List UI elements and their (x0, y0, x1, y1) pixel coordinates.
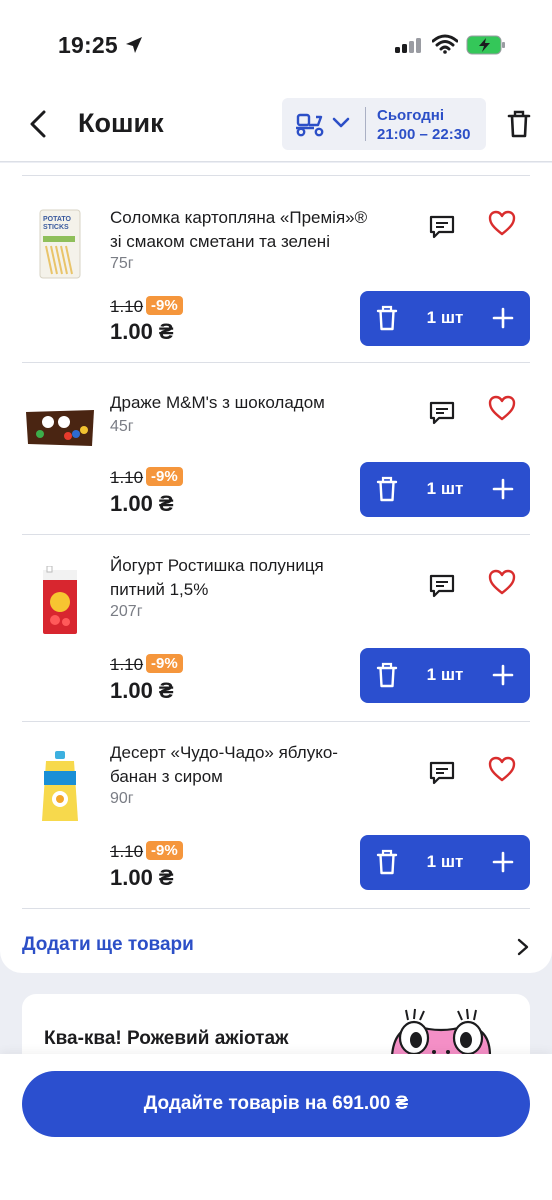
status-bar: 19:25 (0, 0, 552, 90)
wifi-icon (432, 34, 458, 54)
svg-text:POTATO: POTATO (43, 216, 72, 223)
trash-icon[interactable] (376, 849, 398, 875)
product-name[interactable]: Десерт «Чудо-Чадо» яблуко- банан з сиром (110, 741, 400, 789)
product-name[interactable]: Соломка картопляна «Премія»® зі смаком с… (110, 206, 400, 254)
product-name-line1: Десерт «Чудо-Чадо» яблуко- (110, 743, 338, 762)
page-title: Кошик (78, 108, 164, 138)
delivery-divider (365, 107, 366, 141)
quantity-stepper: 1 шт (360, 462, 530, 517)
old-price: 1.10 (110, 297, 144, 316)
product-image-potato-sticks[interactable]: POTATO STICKS (38, 208, 82, 280)
checkout-button[interactable]: Додайте товарів на 691.00 ₴ (22, 1071, 530, 1137)
trash-icon[interactable] (376, 305, 398, 331)
discount-badge: -9% (146, 296, 183, 315)
add-more-items-link[interactable]: Додати ще товари (0, 908, 552, 964)
heart-icon[interactable] (488, 395, 516, 421)
add-more-items-label: Додати ще товари (22, 934, 194, 955)
signal-icon (395, 38, 421, 53)
divider (22, 175, 530, 176)
status-time: 19:25 (58, 32, 118, 58)
product-name-line2: банан з сиром (110, 767, 223, 786)
product-name-line1: Драже M&M's з шоколадом (110, 393, 325, 412)
product-image-yogurt[interactable] (41, 566, 79, 636)
product-name-line2: зі смаком сметани та зелені (110, 232, 330, 251)
comment-icon[interactable] (428, 214, 456, 240)
discount-badge: -9% (146, 654, 183, 673)
delivery-time-text: Сьогодні 21:00 – 22:30 (377, 106, 470, 144)
svg-text:STICKS: STICKS (43, 224, 69, 231)
plus-icon[interactable] (492, 851, 514, 873)
discount-badge: -9% (146, 841, 183, 860)
delivery-slot-selector[interactable]: Сьогодні 21:00 – 22:30 (282, 98, 486, 150)
trash-icon[interactable] (376, 662, 398, 688)
trash-icon[interactable] (376, 476, 398, 502)
product-image-dessert-pouch[interactable] (40, 751, 80, 823)
delivery-time: 21:00 – 22:30 (377, 126, 471, 143)
cart-list: POTATO STICKS Соломка картопляна «Премія… (0, 163, 552, 973)
product-weight: 75г (110, 255, 134, 272)
comment-icon[interactable] (428, 760, 456, 786)
cart-item: Драже M&M's з шоколадом 45г 1.10 -9% 1.0… (0, 362, 552, 535)
price: 1.00 ₴ (110, 865, 174, 890)
product-weight: 207г (110, 603, 143, 620)
plus-icon[interactable] (492, 478, 514, 500)
back-chevron-icon[interactable] (24, 108, 54, 140)
plus-icon[interactable] (492, 307, 514, 329)
quantity-stepper: 1 шт (360, 648, 530, 703)
product-name-line2: питний 1,5% (110, 580, 209, 599)
delivery-day: Сьогодні (377, 107, 444, 124)
cart-item: Йогурт Ростишка полуниця питний 1,5% 207… (0, 534, 552, 722)
heart-icon[interactable] (488, 756, 516, 782)
chevron-down-icon (332, 117, 350, 128)
quantity-stepper: 1 шт (360, 835, 530, 890)
plus-icon[interactable] (492, 664, 514, 686)
price: 1.00 ₴ (110, 491, 174, 516)
heart-icon[interactable] (488, 210, 516, 236)
promo-title: Ква-ква! Рожевий ажіотаж (44, 1028, 289, 1049)
price: 1.00 ₴ (110, 678, 174, 703)
quantity-stepper: 1 шт (360, 291, 530, 346)
old-price: 1.10 (110, 842, 144, 861)
product-name-line1: Йогурт Ростишка полуниця (110, 556, 324, 575)
product-name[interactable]: Драже M&M's з шоколадом (110, 391, 400, 415)
old-price: 1.10 (110, 468, 144, 487)
old-price: 1.10 (110, 655, 144, 674)
product-image-mms[interactable] (24, 408, 96, 448)
comment-icon[interactable] (428, 573, 456, 599)
cart-item: Десерт «Чудо-Чадо» яблуко- банан з сиром… (0, 721, 552, 908)
quantity-value: 1 шт (426, 852, 464, 871)
comment-icon[interactable] (428, 400, 456, 426)
chevron-right-icon (517, 938, 529, 956)
product-weight: 90г (110, 790, 134, 807)
quantity-value: 1 шт (426, 665, 464, 684)
heart-icon[interactable] (488, 569, 516, 595)
location-arrow-icon (126, 37, 142, 53)
checkout-bar: Додайте товарів на 691.00 ₴ (0, 1054, 552, 1200)
trash-icon[interactable] (506, 109, 532, 139)
product-weight: 45г (110, 418, 134, 435)
battery-charging-icon (466, 35, 505, 55)
discount-badge: -9% (146, 467, 183, 486)
cart-item: POTATO STICKS Соломка картопляна «Премія… (0, 190, 552, 363)
price: 1.00 ₴ (110, 319, 174, 344)
header: Кошик Сьогодні 21:00 – 22:30 (0, 90, 552, 162)
product-name-line1: Соломка картопляна «Премія»® (110, 208, 368, 227)
product-name[interactable]: Йогурт Ростишка полуниця питний 1,5% (110, 554, 400, 602)
quantity-value: 1 шт (426, 308, 464, 327)
quantity-value: 1 шт (426, 479, 464, 498)
scooter-icon (296, 113, 324, 137)
